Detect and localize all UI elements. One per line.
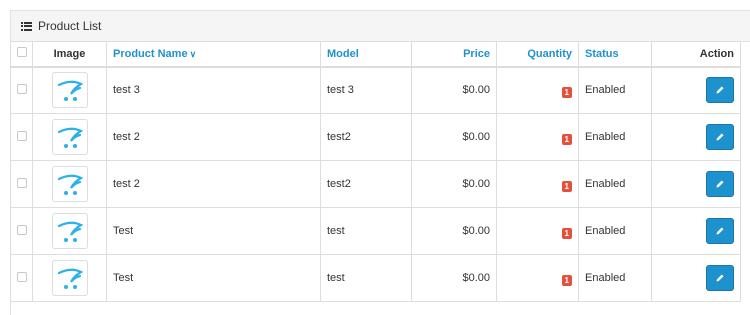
- image-cell: [32, 113, 107, 161]
- product-thumbnail: [51, 213, 88, 249]
- list-icon: [21, 22, 32, 31]
- panel-title: Product List: [38, 19, 102, 33]
- row-checkbox[interactable]: [17, 130, 27, 141]
- quantity-badge: 1: [561, 227, 572, 239]
- header-image: Image: [32, 41, 107, 68]
- product-table: Image Product Name ∨ Model Price Quantity…: [10, 41, 741, 302]
- product-name-cell: test 2: [106, 113, 321, 161]
- product-thumbnail: [51, 72, 88, 109]
- header-product-name[interactable]: Product Name ∨: [106, 41, 321, 68]
- status-cell: Enabled: [578, 160, 652, 208]
- quantity-cell: 1: [496, 254, 579, 302]
- status-cell: Enabled: [578, 113, 652, 161]
- model-cell: test: [320, 207, 412, 255]
- model-cell: test2: [320, 160, 412, 208]
- edit-button[interactable]: [706, 171, 734, 197]
- quantity-badge: 1: [561, 133, 572, 145]
- cart-logo-icon: [57, 174, 83, 195]
- status-cell: Enabled: [578, 207, 652, 255]
- row-checkbox[interactable]: [17, 224, 27, 235]
- cart-logo-icon: [57, 127, 83, 148]
- quantity-badge: 1: [561, 180, 572, 192]
- table-row: test 3 test 3 $0.00 1 Enabled: [10, 66, 741, 114]
- price-cell: $0.00: [411, 207, 497, 255]
- product-thumbnail: [51, 119, 88, 155]
- quantity-cell: 1: [496, 160, 579, 208]
- edit-button[interactable]: [706, 218, 734, 244]
- image-cell: [32, 254, 107, 302]
- action-cell: [651, 207, 741, 255]
- model-cell: test: [320, 254, 412, 302]
- row-checkbox-cell[interactable]: [10, 66, 33, 114]
- cart-logo-icon: [57, 80, 83, 102]
- row-checkbox[interactable]: [17, 83, 27, 94]
- header-action: Action: [651, 41, 741, 68]
- header-price[interactable]: Price: [411, 41, 497, 68]
- action-cell: [651, 66, 741, 114]
- header-model[interactable]: Model: [320, 41, 412, 68]
- product-table-wrap: Image Product Name ∨ Model Price Quantity…: [10, 41, 741, 302]
- product-thumbnail: [51, 166, 88, 202]
- table-header-row: Image Product Name ∨ Model Price Quantity…: [10, 41, 741, 68]
- panel-heading: Product List: [11, 11, 750, 42]
- action-cell: [651, 113, 741, 161]
- table-row: Test test $0.00 1 Enabled: [10, 254, 741, 302]
- image-cell: [32, 160, 107, 208]
- quantity-cell: 1: [496, 113, 579, 161]
- price-cell: $0.00: [411, 254, 497, 302]
- pencil-icon: [716, 274, 724, 282]
- quantity-badge: 1: [561, 274, 572, 286]
- header-status[interactable]: Status: [578, 41, 652, 68]
- edit-button[interactable]: [706, 124, 734, 150]
- select-all-checkbox-cell[interactable]: [10, 41, 33, 68]
- pencil-icon: [716, 133, 724, 141]
- table-row: Test test $0.00 1 Enabled: [10, 207, 741, 255]
- header-product-name-label[interactable]: Product Name: [113, 48, 188, 60]
- action-cell: [651, 160, 741, 208]
- edit-button[interactable]: [706, 77, 734, 104]
- header-quantity[interactable]: Quantity: [496, 41, 579, 68]
- row-checkbox[interactable]: [17, 177, 27, 188]
- row-checkbox[interactable]: [17, 271, 27, 282]
- image-cell: [32, 66, 107, 114]
- table-row: test 2 test2 $0.00 1 Enabled: [10, 113, 741, 161]
- image-cell: [32, 207, 107, 255]
- row-checkbox-cell[interactable]: [10, 207, 33, 255]
- pencil-icon: [716, 227, 724, 235]
- table-row: test 2 test2 $0.00 1 Enabled: [10, 160, 741, 208]
- sort-caret-icon: ∨: [189, 48, 197, 59]
- pencil-icon: [716, 86, 724, 94]
- action-cell: [651, 254, 741, 302]
- quantity-cell: 1: [496, 207, 579, 255]
- product-name-cell: Test: [106, 254, 321, 302]
- product-name-cell: test 3: [106, 66, 321, 114]
- row-checkbox-cell[interactable]: [10, 254, 33, 302]
- row-checkbox-cell[interactable]: [10, 160, 33, 208]
- status-cell: Enabled: [578, 254, 652, 302]
- model-cell: test 3: [320, 66, 412, 114]
- pencil-icon: [716, 180, 724, 188]
- edit-button[interactable]: [706, 265, 734, 291]
- product-thumbnail: [51, 260, 88, 296]
- price-cell: $0.00: [411, 160, 497, 208]
- quantity-cell: 1: [496, 66, 579, 114]
- row-checkbox-cell[interactable]: [10, 113, 33, 161]
- quantity-badge: 1: [561, 86, 572, 98]
- price-cell: $0.00: [411, 113, 497, 161]
- select-all-checkbox[interactable]: [17, 47, 27, 58]
- model-cell: test2: [320, 113, 412, 161]
- product-name-cell: test 2: [106, 160, 321, 208]
- product-name-cell: Test: [106, 207, 321, 255]
- price-cell: $0.00: [411, 66, 497, 114]
- cart-logo-icon: [57, 268, 83, 289]
- status-cell: Enabled: [578, 66, 652, 114]
- cart-logo-icon: [57, 221, 83, 242]
